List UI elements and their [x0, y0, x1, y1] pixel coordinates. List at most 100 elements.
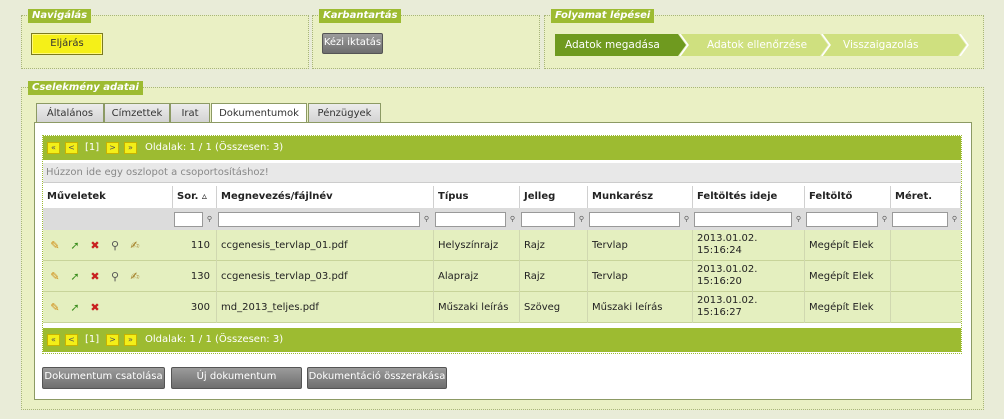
- download-icon[interactable]: ➚: [69, 240, 81, 252]
- upload-clock: 15:16:27: [697, 307, 742, 318]
- pager-prev-button[interactable]: <: [65, 334, 78, 346]
- filter-work-part-input[interactable]: [589, 212, 680, 227]
- upload-date: 2013.01.02.: [697, 233, 758, 244]
- column-header-actions: Műveletek: [43, 186, 173, 208]
- download-icon[interactable]: ➚: [69, 271, 81, 283]
- preview-icon[interactable]: ⚲: [109, 240, 121, 252]
- column-header-order[interactable]: Sor. ▵: [173, 186, 217, 208]
- cell-name: md_2013_teljes.pdf: [217, 292, 434, 323]
- step-data-entry: Adatok megadása: [565, 39, 660, 51]
- maintenance-legend: Karbantartás: [319, 9, 402, 23]
- filter-work-part-icon[interactable]: ⚲: [682, 212, 691, 227]
- table-row[interactable]: ✎ ➚ ✖ ⚲ ✍ 130 ccgenesis_tervlap_03.pdf A…: [43, 261, 961, 292]
- pager-page-link[interactable]: [1]: [85, 141, 99, 155]
- step-confirmation: Visszaigazolás: [843, 39, 919, 51]
- delete-icon[interactable]: ✖: [89, 302, 101, 314]
- cell-size: [891, 292, 961, 323]
- cell-work-part: Tervlap: [588, 230, 693, 261]
- preview-icon[interactable]: ⚲: [109, 271, 121, 283]
- process-steps: Adatok megadása Adatok ellenőrzése Vissz…: [555, 34, 969, 56]
- process-legend: Folyamat lépései: [551, 9, 655, 23]
- cell-order: 130: [173, 261, 217, 292]
- delete-icon[interactable]: ✖: [89, 240, 101, 252]
- tab-documents[interactable]: Dokumentumok: [211, 103, 307, 124]
- pager-page-link[interactable]: [1]: [85, 333, 99, 347]
- cell-work-part: Tervlap: [588, 261, 693, 292]
- upload-clock: 15:16:20: [697, 276, 742, 287]
- manual-registration-button[interactable]: Kézi iktatás: [322, 33, 383, 54]
- upload-date: 2013.01.02.: [697, 295, 758, 306]
- pager-first-button[interactable]: «: [47, 142, 60, 154]
- delete-icon[interactable]: ✖: [89, 271, 101, 283]
- column-header-type[interactable]: Típus: [434, 186, 520, 208]
- column-header-size[interactable]: Méret.: [891, 186, 961, 208]
- filter-name-input[interactable]: [218, 212, 420, 227]
- filter-size-icon[interactable]: ⚲: [950, 212, 959, 227]
- cell-upload-time: 2013.01.02. 15:16:20: [693, 261, 805, 292]
- tab-recipients[interactable]: Címzettek: [104, 103, 170, 123]
- pager-last-button[interactable]: »: [124, 142, 137, 154]
- column-header-work-part[interactable]: Munkarész: [588, 186, 693, 208]
- upload-date: 2013.01.02.: [697, 264, 758, 275]
- tab-general[interactable]: Általános: [36, 103, 104, 123]
- cell-type: Műszaki leírás: [434, 292, 520, 323]
- step-data-check: Adatok ellenőrzése: [707, 39, 808, 51]
- tab-finances[interactable]: Pénzügyek: [308, 103, 381, 123]
- pager-summary: Oldalak: 1 / 1 (Összesen: 3): [145, 142, 284, 153]
- pager-last-button[interactable]: »: [124, 334, 137, 346]
- pager-next-button[interactable]: >: [106, 142, 119, 154]
- filter-uploader-icon[interactable]: ⚲: [880, 212, 889, 227]
- column-header-name[interactable]: Megnevezés/fájlnév: [217, 186, 434, 208]
- cell-uploader: Megépít Elek: [805, 261, 891, 292]
- cell-name: ccgenesis_tervlap_03.pdf: [217, 261, 434, 292]
- filter-row: ⚲ ⚲ ⚲ ⚲ ⚲ ⚲ ⚲ ⚲: [43, 208, 961, 230]
- pager-first-button[interactable]: «: [47, 334, 60, 346]
- filter-uploader-input[interactable]: [806, 212, 878, 227]
- table-row[interactable]: ✎ ➚ ✖ ⚲ ✍ 110 ccgenesis_tervlap_01.pdf H…: [43, 230, 961, 261]
- tab-document[interactable]: Irat: [170, 103, 210, 123]
- filter-character-input[interactable]: [521, 212, 575, 227]
- filter-type-input[interactable]: [435, 212, 506, 227]
- cell-order: 300: [173, 292, 217, 323]
- upload-new-document-button[interactable]: Új dokumentum feltöltése: [171, 367, 302, 400]
- cell-type: Helyszínrajz: [434, 230, 520, 261]
- upload-clock: 15:16:24: [697, 245, 742, 256]
- signature-icon[interactable]: ✍: [129, 271, 141, 283]
- filter-upload-time-input[interactable]: [694, 212, 792, 227]
- cell-type: Alaprajz: [434, 261, 520, 292]
- case-data-legend: Cselekmény adatai: [28, 81, 143, 95]
- assemble-documentation-button[interactable]: Dokumentáció összerakása: [307, 367, 447, 389]
- filter-character-icon[interactable]: ⚲: [577, 212, 586, 227]
- filter-name-icon[interactable]: ⚲: [422, 212, 431, 227]
- column-header-character[interactable]: Jelleg: [520, 186, 588, 208]
- cell-work-part: Műszaki leírás: [588, 292, 693, 323]
- navigation-legend: Navigálás: [28, 9, 92, 23]
- column-header-uploader[interactable]: Feltöltő: [805, 186, 891, 208]
- cell-name: ccgenesis_tervlap_01.pdf: [217, 230, 434, 261]
- procedure-button[interactable]: Eljárás: [31, 33, 103, 55]
- column-header-upload-time[interactable]: Feltöltés ideje: [693, 186, 805, 208]
- pager-summary: Oldalak: 1 / 1 (Összesen: 3): [145, 334, 284, 345]
- filter-order-input[interactable]: [174, 212, 203, 227]
- pager-prev-button[interactable]: <: [65, 142, 78, 154]
- pager-next-button[interactable]: >: [106, 334, 119, 346]
- filter-order-icon[interactable]: ⚲: [205, 212, 214, 227]
- attach-document-button[interactable]: Dokumentum csatolása: [42, 367, 165, 389]
- pager-top: « < [1] > » Oldalak: 1 / 1 (Összesen: 3): [43, 136, 961, 160]
- cell-upload-time: 2013.01.02. 15:16:24: [693, 230, 805, 261]
- signature-icon[interactable]: ✍: [129, 240, 141, 252]
- cell-character: Rajz: [520, 261, 588, 292]
- cell-character: Rajz: [520, 230, 588, 261]
- edit-icon[interactable]: ✎: [49, 271, 61, 283]
- cell-size: [891, 230, 961, 261]
- group-by-drop-area[interactable]: Húzzon ide egy oszlopot a csoportosításh…: [43, 163, 961, 183]
- edit-icon[interactable]: ✎: [49, 302, 61, 314]
- filter-type-icon[interactable]: ⚲: [508, 212, 517, 227]
- filter-size-input[interactable]: [892, 212, 948, 227]
- download-icon[interactable]: ➚: [69, 302, 81, 314]
- table-row[interactable]: ✎ ➚ ✖ 300 md_2013_teljes.pdf Műszaki leí…: [43, 292, 961, 323]
- cell-size: [891, 261, 961, 292]
- edit-icon[interactable]: ✎: [49, 240, 61, 252]
- filter-upload-time-icon[interactable]: ⚲: [794, 212, 803, 227]
- cell-uploader: Megépít Elek: [805, 292, 891, 323]
